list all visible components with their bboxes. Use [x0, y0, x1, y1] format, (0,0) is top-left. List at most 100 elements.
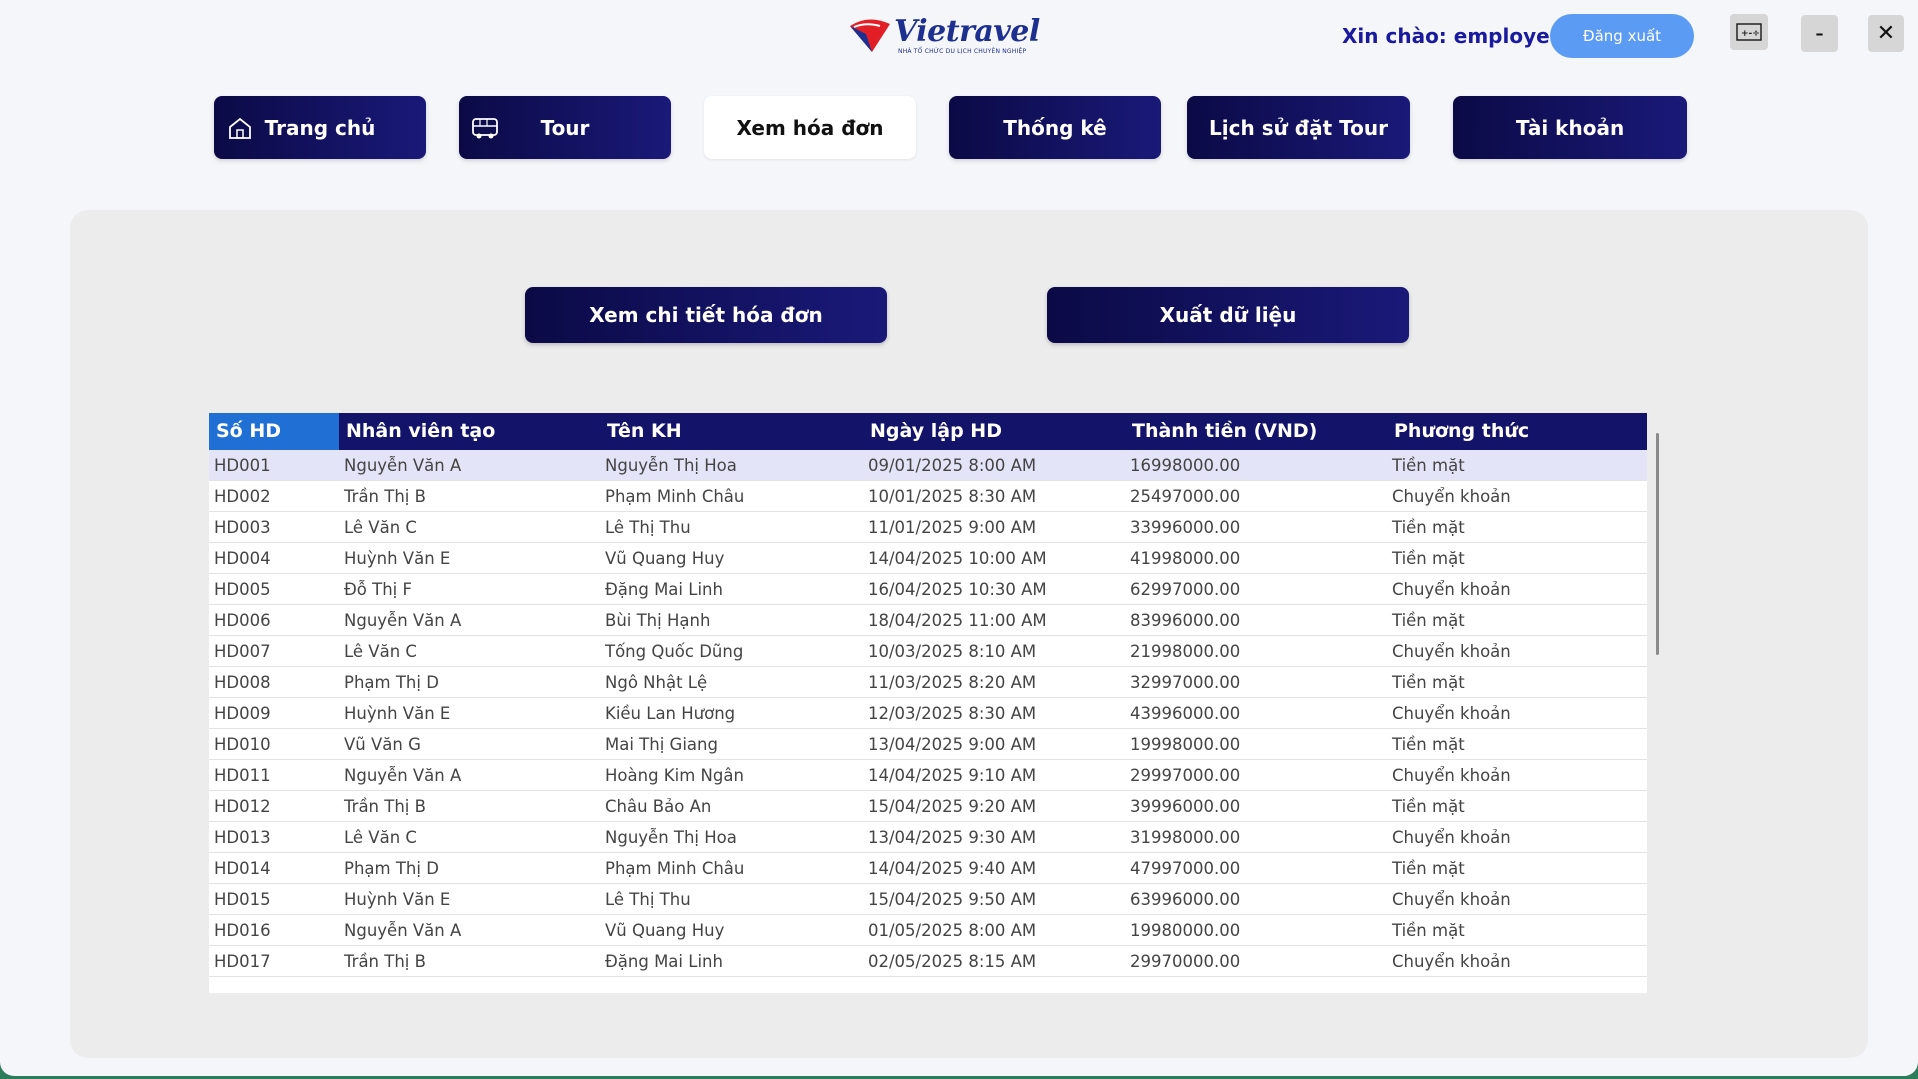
- table-cell: HD006: [214, 610, 271, 630]
- table-row[interactable]: HD015 Huỳnh Văn E Lê Thị Thu 15/04/2025 9:5…: [209, 884, 1647, 915]
- table-row[interactable]: HD016 Nguyễn Văn A Vũ Quang Huy 01/05/2025 …: [209, 915, 1647, 946]
- table-cell: 12/03/2025 8:30 AM: [868, 703, 1037, 723]
- table-cell: Trần Thị B: [344, 796, 426, 816]
- table-cell: Phạm Thị D: [344, 858, 439, 878]
- table-cell: Huỳnh Văn E: [344, 548, 451, 568]
- nav-trang-chu-button[interactable]: Trang chủ: [214, 96, 426, 159]
- table-cell: 39996000.00: [1130, 796, 1241, 816]
- table-cell: 33996000.00: [1130, 517, 1241, 537]
- table-cell: Tiền mặt: [1392, 455, 1465, 475]
- table-cell: Bùi Thị Hạnh: [605, 610, 711, 630]
- table-cell: HD015: [214, 889, 271, 909]
- table-cell: Mai Thị Giang: [605, 734, 718, 754]
- table-cell: Chuyển khoản: [1392, 827, 1511, 847]
- table-cell: 14/04/2025 9:40 AM: [868, 858, 1037, 878]
- table-cell: 14/04/2025 10:00 AM: [868, 548, 1047, 568]
- table-cell: Vũ Văn G: [344, 734, 421, 754]
- table-cell: Kiều Lan Hương: [605, 703, 736, 723]
- table-row[interactable]: HD005 Đỗ Thị F Đặng Mai Linh 16/04/2025 10:…: [209, 574, 1647, 605]
- table-row[interactable]: HD011 Nguyễn Văn A Hoàng Kim Ngân 14/04/202…: [209, 760, 1647, 791]
- table-cell: HD011: [214, 765, 271, 785]
- table-row[interactable]: HD003 Lê Văn C Lê Thị Thu 11/01/2025 9:00 A…: [209, 512, 1647, 543]
- table-cell: 83996000.00: [1130, 610, 1241, 630]
- table-cell: HD014: [214, 858, 271, 878]
- keyboard-icon[interactable]: +-÷: [1730, 14, 1768, 50]
- nav-lich-su-dat-tour-label: Lịch sử đặt Tour: [1209, 115, 1388, 140]
- nav-xem-hoa-don-button[interactable]: Xem hóa đơn: [704, 96, 916, 159]
- column-header-ngay-lap-hd[interactable]: Ngày lập HD: [863, 413, 1125, 450]
- table-cell: HD016: [214, 920, 271, 940]
- nav-lich-su-dat-tour-button[interactable]: Lịch sử đặt Tour: [1187, 96, 1410, 159]
- table-cell: HD012: [214, 796, 271, 816]
- table-row[interactable]: HD004 Huỳnh Văn E Vũ Quang Huy 14/04/2025 1…: [209, 543, 1647, 574]
- table-row[interactable]: HD006 Nguyễn Văn A Bùi Thị Hạnh 18/04/2025 …: [209, 605, 1647, 636]
- table-cell: HD004: [214, 548, 271, 568]
- minimize-button[interactable]: –: [1801, 15, 1838, 52]
- table-cell: 01/05/2025 8:00 AM: [868, 920, 1037, 940]
- table-cell: Lê Thị Thu: [605, 517, 691, 537]
- table-cell: Nguyễn Thị Hoa: [605, 827, 737, 847]
- table-cell: Huỳnh Văn E: [344, 703, 451, 723]
- table-cell: 09/01/2025 8:00 AM: [868, 455, 1037, 475]
- table-cell: HD002: [214, 486, 271, 506]
- app-window: Vietravel NHÀ TỔ CHỨC DU LỊCH CHUYÊN NGH…: [0, 0, 1918, 1076]
- table-cell: Lê Văn C: [344, 827, 417, 847]
- column-header-thanh-tien[interactable]: Thành tiền (VND): [1125, 413, 1387, 450]
- home-icon: [229, 117, 251, 139]
- close-button[interactable]: ✕: [1868, 15, 1904, 52]
- nav-tai-khoan-label: Tài khoản: [1515, 115, 1625, 140]
- table-cell: 13/04/2025 9:00 AM: [868, 734, 1037, 754]
- table-body: HD001 Nguyễn Văn A Nguyễn Thị Hoa 09/01/202…: [209, 450, 1647, 977]
- table-cell: 14/04/2025 9:10 AM: [868, 765, 1037, 785]
- table-cell: Tiền mặt: [1392, 796, 1465, 816]
- table-cell: Tiền mặt: [1392, 610, 1465, 630]
- table-cell: Nguyễn Văn A: [344, 765, 462, 785]
- table-cell: Chuyển khoản: [1392, 889, 1511, 909]
- table-cell: Chuyển khoản: [1392, 641, 1511, 661]
- invoice-table[interactable]: Số HD Nhân viên tạo Tên KH Ngày lập HD T…: [209, 413, 1647, 993]
- logout-button[interactable]: Đăng xuất: [1550, 14, 1694, 58]
- table-scrollbar[interactable]: [1656, 433, 1659, 655]
- table-cell: Phạm Thị D: [344, 672, 439, 692]
- table-cell: Trần Thị B: [344, 951, 426, 971]
- table-cell: Đặng Mai Linh: [605, 579, 723, 599]
- svg-text:+-÷: +-÷: [1741, 29, 1760, 39]
- table-cell: Tiền mặt: [1392, 734, 1465, 754]
- table-row[interactable]: HD009 Huỳnh Văn E Kiều Lan Hương 12/03/2025…: [209, 698, 1647, 729]
- table-cell: 15/04/2025 9:20 AM: [868, 796, 1037, 816]
- nav-tour-button[interactable]: Tour: [459, 96, 671, 159]
- table-cell: 16998000.00: [1130, 455, 1241, 475]
- table-row[interactable]: HD001 Nguyễn Văn A Nguyễn Thị Hoa 09/01/202…: [209, 450, 1647, 481]
- table-cell: Nguyễn Văn A: [344, 455, 462, 475]
- table-cell: 31998000.00: [1130, 827, 1241, 847]
- view-invoice-detail-button[interactable]: Xem chi tiết hóa đơn: [525, 287, 887, 343]
- column-header-so-hd[interactable]: Số HD: [209, 413, 339, 450]
- nav-thong-ke-button[interactable]: Thống kê: [949, 96, 1161, 159]
- table-cell: 16/04/2025 10:30 AM: [868, 579, 1047, 599]
- table-cell: 43996000.00: [1130, 703, 1241, 723]
- column-header-nhan-vien-tao[interactable]: Nhân viên tạo: [339, 413, 600, 450]
- table-cell: Đặng Mai Linh: [605, 951, 723, 971]
- table-cell: Tiền mặt: [1392, 858, 1465, 878]
- table-cell: HD008: [214, 672, 271, 692]
- table-row[interactable]: HD002 Trần Thị B Phạm Minh Châu 10/01/2025 …: [209, 481, 1647, 512]
- table-cell: 13/04/2025 9:30 AM: [868, 827, 1037, 847]
- table-cell: HD010: [214, 734, 271, 754]
- vietravel-logo-mark-icon: [850, 19, 890, 52]
- column-header-ten-kh[interactable]: Tên KH: [600, 413, 863, 450]
- table-row[interactable]: HD010 Vũ Văn G Mai Thị Giang 13/04/2025 9:0…: [209, 729, 1647, 760]
- table-row[interactable]: HD013 Lê Văn C Nguyễn Thị Hoa 13/04/2025 9:…: [209, 822, 1647, 853]
- table-cell: HD007: [214, 641, 271, 661]
- table-cell: 25497000.00: [1130, 486, 1241, 506]
- column-header-phuong-thuc[interactable]: Phương thức: [1387, 413, 1647, 450]
- nav-tai-khoan-button[interactable]: Tài khoản: [1453, 96, 1687, 159]
- table-row[interactable]: HD012 Trần Thị B Châu Bảo An 15/04/2025 9:2…: [209, 791, 1647, 822]
- table-cell: 15/04/2025 9:50 AM: [868, 889, 1037, 909]
- table-cell: HD009: [214, 703, 271, 723]
- table-row[interactable]: HD017 Trần Thị B Đặng Mai Linh 02/05/2025 8…: [209, 946, 1647, 977]
- table-row[interactable]: HD008 Phạm Thị D Ngô Nhật Lệ 11/03/2025 8:2…: [209, 667, 1647, 698]
- table-row[interactable]: HD007 Lê Văn C Tống Quốc Dũng 10/03/2025 8:…: [209, 636, 1647, 667]
- table-row[interactable]: HD014 Phạm Thị D Phạm Minh Châu 14/04/2025 …: [209, 853, 1647, 884]
- export-data-button[interactable]: Xuất dữ liệu: [1047, 287, 1409, 343]
- table-cell: Lê Văn C: [344, 641, 417, 661]
